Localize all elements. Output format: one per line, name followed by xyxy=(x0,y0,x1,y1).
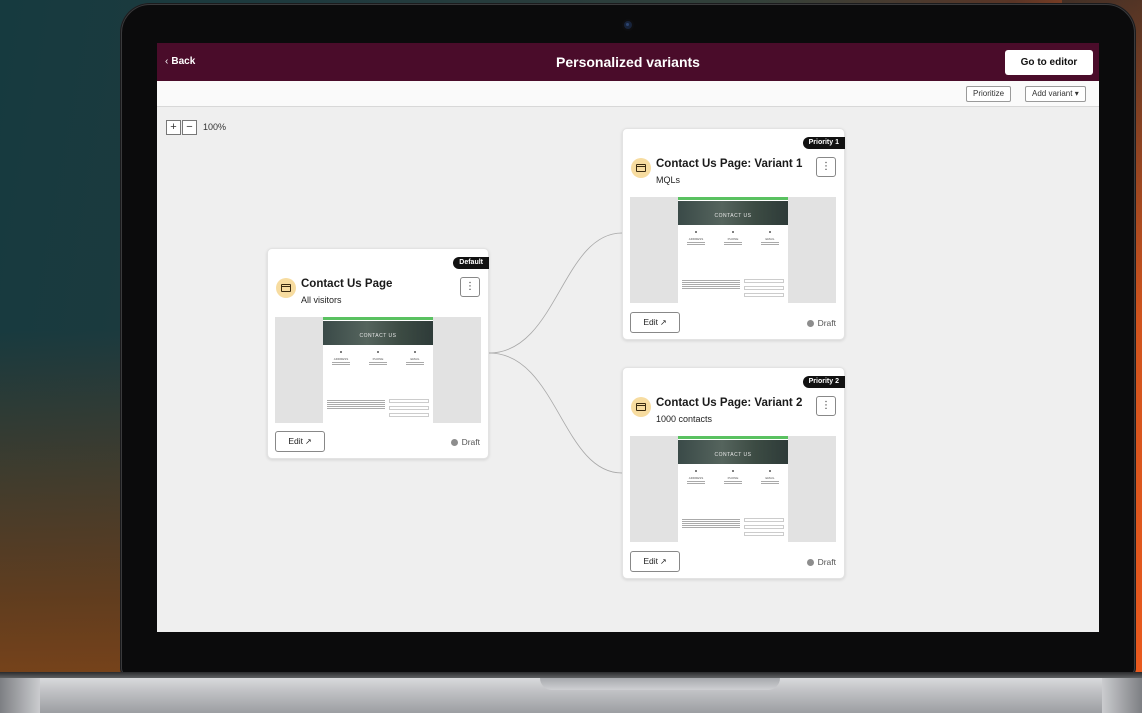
edit-button[interactable]: Edit ↗ xyxy=(275,431,325,452)
more-vertical-icon[interactable]: ⋮ xyxy=(816,157,836,177)
page-icon xyxy=(631,397,651,417)
status-badge: Draft xyxy=(806,318,836,328)
edit-button[interactable]: Edit ↗ xyxy=(630,312,680,333)
priority-tag: Priority 2 xyxy=(802,376,845,388)
page-icon xyxy=(631,158,651,178)
card-audience: 1000 contacts xyxy=(656,414,713,424)
page-preview: CONTACT US ADDRESS PHONE EMAIL xyxy=(630,197,836,303)
page-preview: CONTACT US ADDRESS PHONE EMAIL xyxy=(275,317,481,423)
connector-to-variant-1 xyxy=(488,232,623,354)
preview-page: CONTACT US ADDRESS PHONE EMAIL xyxy=(323,317,433,423)
preview-hero: CONTACT US xyxy=(323,321,433,345)
variant-card-1[interactable]: Priority 1 Contact Us Page: Variant 1 MQ… xyxy=(622,128,845,340)
external-link-icon: ↗ xyxy=(659,318,667,327)
external-link-icon: ↗ xyxy=(659,557,667,566)
card-audience: MQLs xyxy=(656,175,681,185)
preview-page: CONTACT US ADDRESS PHONE EMAIL xyxy=(678,436,788,542)
more-vertical-icon[interactable]: ⋮ xyxy=(460,277,480,297)
page-preview: CONTACT US ADDRESS PHONE EMAIL xyxy=(630,436,836,542)
app-screen: ‹ Back Personalized variants Go to editor… xyxy=(157,43,1099,632)
preview-hero: CONTACT US xyxy=(678,201,788,225)
variant-card-2[interactable]: Priority 2 Contact Us Page: Variant 2 10… xyxy=(622,367,845,579)
external-link-icon: ↗ xyxy=(304,437,312,446)
webcam-icon xyxy=(624,21,632,29)
status-badge: Draft xyxy=(450,437,480,447)
card-title: Contact Us Page xyxy=(301,278,393,290)
status-dot-icon xyxy=(450,439,458,446)
status-dot-icon xyxy=(806,320,814,327)
edit-button[interactable]: Edit ↗ xyxy=(630,551,680,572)
preview-page: CONTACT US ADDRESS PHONE EMAIL xyxy=(678,197,788,303)
page-icon xyxy=(276,278,296,298)
card-title: Contact Us Page: Variant 1 xyxy=(656,158,803,170)
status-dot-icon xyxy=(806,559,814,566)
card-audience: All visitors xyxy=(301,295,342,305)
connector-to-variant-2 xyxy=(488,352,623,474)
priority-tag: Priority 1 xyxy=(802,137,845,149)
laptop-notch xyxy=(540,678,780,690)
more-vertical-icon[interactable]: ⋮ xyxy=(816,396,836,416)
status-badge: Draft xyxy=(806,557,836,567)
default-tag: Default xyxy=(453,257,489,269)
preview-hero: CONTACT US xyxy=(678,440,788,464)
variant-card-default[interactable]: Default Contact Us Page All visitors ⋮ C… xyxy=(267,248,489,459)
card-title: Contact Us Page: Variant 2 xyxy=(656,397,803,409)
